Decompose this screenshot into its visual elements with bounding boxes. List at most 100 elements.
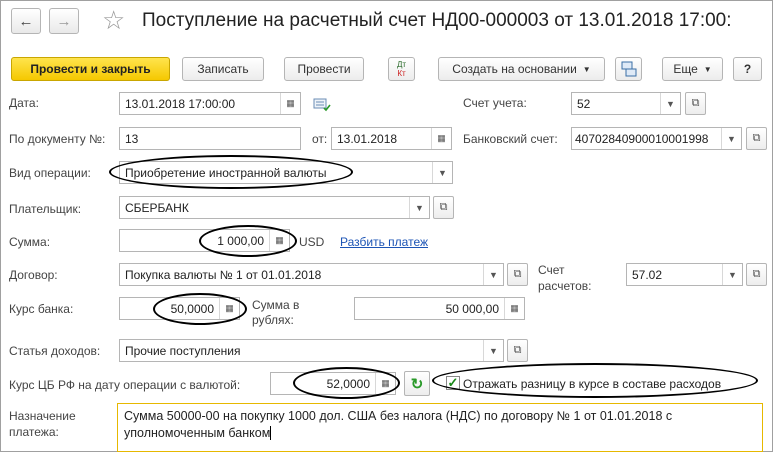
date-value: 13.01.2018 17:00:00	[125, 96, 236, 111]
doc-number-value: 13	[125, 131, 139, 146]
doc-number-field[interactable]: 13	[119, 127, 301, 150]
post-button[interactable]: Провести	[284, 57, 364, 81]
text-cursor	[270, 426, 272, 440]
from-label: от:	[312, 132, 328, 146]
income-article-field[interactable]: Прочие поступления ▼	[119, 339, 504, 362]
arrow-left-icon: ←	[18, 12, 34, 30]
sum-rub-field[interactable]: 50 000,00 ▦	[354, 297, 525, 320]
operation-type-field[interactable]: Приобретение иностранной валюты ▼	[119, 161, 453, 184]
income-article-open-button[interactable]: ⧉	[507, 339, 528, 362]
doc-number-label: По документу №:	[9, 132, 106, 146]
page-title: Поступление на расчетный счет НД00-00000…	[142, 10, 732, 31]
sum-rub-label-line2: рублях:	[252, 313, 294, 327]
payer-open-button[interactable]: ⧉	[433, 196, 454, 219]
calculator-icon[interactable]: ▦	[504, 298, 524, 319]
calendar-icon[interactable]: ▦	[431, 128, 451, 149]
calculator-icon[interactable]: ▦	[269, 230, 289, 251]
account-label: Счет учета:	[463, 96, 527, 110]
dropdown-arrow-icon[interactable]: ▼	[432, 162, 452, 183]
dropdown-arrow-icon[interactable]: ▼	[660, 93, 680, 114]
chevron-down-icon: ▼	[703, 64, 712, 74]
favorite-star-icon[interactable]: ☆	[102, 5, 125, 35]
dropdown-arrow-icon[interactable]: ▼	[409, 197, 429, 218]
bank-account-label: Банковский счет:	[463, 132, 558, 146]
cb-rate-value: 52,0000	[326, 376, 370, 391]
account-field[interactable]: 52 ▼	[571, 92, 681, 115]
forward-button[interactable]: →	[49, 8, 79, 34]
sum-rub-value: 50 000,00	[445, 301, 499, 316]
settlement-open-button[interactable]: ⧉	[746, 263, 767, 286]
currency-label: USD	[299, 235, 325, 249]
refresh-icon: ↻	[410, 375, 424, 393]
structure-icon	[621, 61, 636, 77]
open-icon: ⧉	[691, 97, 700, 109]
settlement-label-line2: расчетов:	[538, 279, 592, 293]
more-button[interactable]: Еще ▼	[662, 57, 723, 81]
scan-document-svg	[313, 98, 331, 112]
purpose-label-line1: Назначение	[9, 409, 76, 423]
calculator-icon[interactable]: ▦	[219, 298, 239, 319]
save-button[interactable]: Записать	[182, 57, 264, 81]
more-label: Еще	[673, 62, 698, 76]
dt-kt-postings-button[interactable]: Дт Кт	[388, 57, 415, 81]
payer-label: Плательщик:	[9, 202, 82, 216]
create-based-on-button[interactable]: Создать на основании ▼	[438, 57, 605, 81]
purpose-label-line2: платежа:	[9, 425, 59, 439]
open-icon: ⧉	[513, 344, 522, 356]
payment-purpose-text: Сумма 50000-00 на покупку 1000 дол. США …	[124, 409, 673, 440]
bank-account-open-button[interactable]: ⧉	[746, 127, 767, 150]
settlement-label-line1: Счет	[538, 263, 565, 277]
from-date-field[interactable]: 13.01.2018 ▦	[331, 127, 452, 150]
income-article-value: Прочие поступления	[125, 343, 241, 358]
account-value: 52	[577, 96, 591, 111]
open-icon: ⧉	[439, 201, 448, 213]
sum-label: Сумма:	[9, 235, 51, 249]
from-date-value: 13.01.2018	[337, 131, 398, 146]
split-payment-link[interactable]: Разбить платеж	[340, 235, 428, 249]
contract-open-button[interactable]: ⧉	[507, 263, 528, 286]
scan-document-icon[interactable]	[313, 96, 331, 112]
bank-rate-field[interactable]: 50,0000 ▦	[119, 297, 240, 320]
structure-button[interactable]	[615, 57, 642, 81]
back-button[interactable]: ←	[11, 8, 41, 34]
operation-type-value: Приобретение иностранной валюты	[125, 165, 327, 180]
bank-rate-value: 50,0000	[170, 301, 214, 316]
kt-icon-label: Кт	[397, 69, 406, 78]
settlement-account-value: 57.02	[632, 267, 663, 282]
chevron-down-icon: ▼	[582, 64, 591, 74]
post-and-close-button[interactable]: Провести и закрыть	[11, 57, 170, 81]
cb-rate-field[interactable]: 52,0000 ▦	[270, 372, 396, 395]
sum-value: 1 000,00	[217, 233, 264, 248]
settlement-account-field[interactable]: 57.02 ▼	[626, 263, 743, 286]
calendar-icon[interactable]: ▦	[280, 93, 300, 114]
bank-account-value: 40702840900010001998	[575, 131, 709, 146]
dropdown-arrow-icon[interactable]: ▼	[722, 264, 742, 285]
income-article-label: Статья доходов:	[9, 344, 101, 358]
contract-value: Покупка валюты № 1 от 01.01.2018	[125, 267, 322, 282]
help-button[interactable]: ?	[733, 57, 762, 81]
create-based-on-label: Создать на основании	[452, 62, 577, 76]
reflect-difference-label: Отражать разницу в курсе в составе расхо…	[463, 377, 722, 391]
bank-account-field[interactable]: 40702840900010001998 ▼	[571, 127, 742, 150]
account-open-button[interactable]: ⧉	[685, 92, 706, 115]
contract-field[interactable]: Покупка валюты № 1 от 01.01.2018 ▼	[119, 263, 504, 286]
refresh-rate-button[interactable]: ↻	[404, 371, 430, 396]
reflect-difference-checkbox[interactable]: ✓	[446, 375, 460, 390]
sum-field[interactable]: 1 000,00 ▦	[119, 229, 290, 252]
payer-field[interactable]: СБЕРБАНК ▼	[119, 196, 430, 219]
dropdown-arrow-icon[interactable]: ▼	[483, 264, 503, 285]
open-icon: ⧉	[752, 268, 761, 280]
calculator-icon[interactable]: ▦	[375, 373, 395, 394]
payer-value: СБЕРБАНК	[125, 200, 189, 215]
open-icon: ⧉	[513, 268, 522, 280]
checkmark-icon: ✓	[447, 375, 459, 390]
sum-rub-label-line1: Сумма в	[252, 298, 300, 312]
dropdown-arrow-icon[interactable]: ▼	[483, 340, 503, 361]
date-field[interactable]: 13.01.2018 17:00:00 ▦	[119, 92, 301, 115]
cb-rate-label: Курс ЦБ РФ на дату операции с валютой:	[9, 378, 241, 392]
dt-icon-label: Дт	[396, 60, 407, 69]
dropdown-arrow-icon[interactable]: ▼	[721, 128, 741, 149]
payment-purpose-textarea[interactable]: Сумма 50000-00 на покупку 1000 дол. США …	[117, 403, 763, 452]
bank-rate-label: Курс банка:	[9, 302, 74, 316]
contract-label: Договор:	[9, 268, 58, 282]
